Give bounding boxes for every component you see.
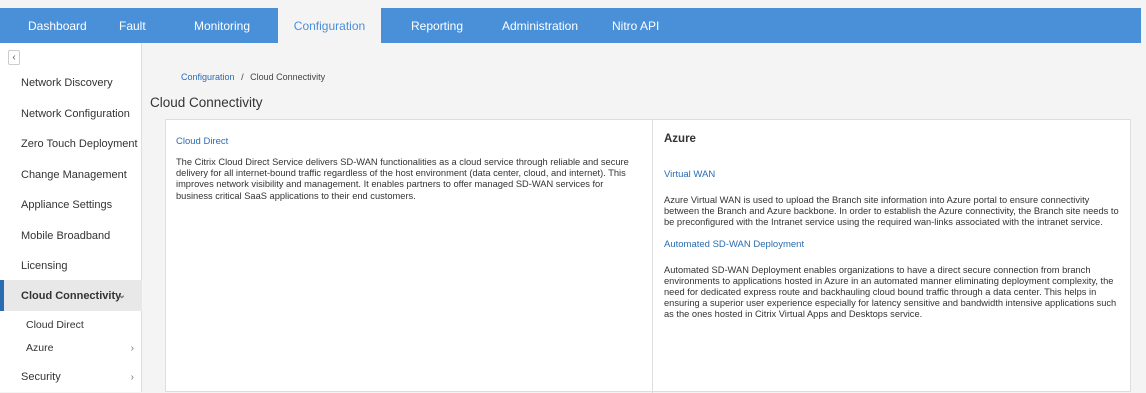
- azure-panel: Azure Virtual WAN Azure Virtual WAN is u…: [654, 120, 1132, 393]
- automated-sdwan-link[interactable]: Automated SD-WAN Deployment: [664, 239, 1122, 250]
- tab-reporting[interactable]: Reporting: [381, 8, 479, 43]
- sidebar-item-zero-touch-deployment[interactable]: Zero Touch Deployment: [0, 134, 142, 154]
- cloud-direct-link[interactable]: Cloud Direct: [176, 136, 642, 147]
- chevron-down-icon: ⌄: [117, 290, 126, 301]
- sidebar-subitem-label: Azure: [26, 342, 54, 354]
- azure-title: Azure: [664, 133, 696, 145]
- page-title: Cloud Connectivity: [150, 95, 263, 110]
- content-card: Cloud Direct The Citrix Cloud Direct Ser…: [165, 119, 1132, 393]
- sidebar-item-label: Cloud Connectivity: [21, 289, 122, 302]
- sidebar-item-label: Security: [21, 371, 61, 383]
- breadcrumb-configuration-link[interactable]: Configuration: [181, 72, 235, 82]
- virtual-wan-link[interactable]: Virtual WAN: [664, 169, 1122, 180]
- tab-administration[interactable]: Administration: [479, 8, 593, 43]
- main-content: Configuration / Cloud Connectivity Cloud…: [142, 43, 1146, 393]
- sidebar-item-network-discovery[interactable]: Network Discovery: [0, 73, 142, 93]
- tab-nitro-api[interactable]: Nitro API: [593, 8, 693, 43]
- sidebar-item-mobile-broadband[interactable]: Mobile Broadband: [0, 226, 142, 246]
- top-nav: Dashboard Fault Monitoring Configuration…: [0, 8, 1141, 43]
- breadcrumb-current: Cloud Connectivity: [250, 72, 326, 82]
- sidebar-subitem-cloud-direct[interactable]: Cloud Direct: [0, 317, 142, 333]
- tab-fault[interactable]: Fault: [119, 8, 174, 43]
- breadcrumb-separator: /: [241, 72, 244, 82]
- chevron-right-icon: ›: [130, 342, 134, 354]
- cloud-direct-panel: Cloud Direct The Citrix Cloud Direct Ser…: [166, 120, 653, 393]
- breadcrumb: Configuration / Cloud Connectivity: [181, 72, 325, 82]
- sidebar-item-cloud-connectivity[interactable]: Cloud Connectivity ⌄: [0, 280, 142, 311]
- sidebar-item-security[interactable]: Security ›: [0, 367, 142, 387]
- sidebar-item-licensing[interactable]: Licensing: [0, 256, 142, 276]
- sidebar: ‹ Network Discovery Network Configuratio…: [0, 43, 142, 392]
- sidebar-subitem-azure[interactable]: Azure ›: [0, 340, 142, 356]
- tab-monitoring[interactable]: Monitoring: [174, 8, 278, 43]
- chevron-left-icon: ‹: [12, 52, 16, 63]
- collapse-sidebar-button[interactable]: ‹: [8, 50, 20, 65]
- tab-configuration[interactable]: Configuration: [278, 8, 381, 43]
- cloud-direct-description: The Citrix Cloud Direct Service delivers…: [176, 157, 629, 201]
- tab-dashboard[interactable]: Dashboard: [0, 8, 119, 43]
- sidebar-item-change-management[interactable]: Change Management: [0, 165, 142, 185]
- automated-sdwan-description: Automated SD-WAN Deployment enables orga…: [664, 264, 1117, 320]
- sidebar-item-network-configuration[interactable]: Network Configuration: [0, 104, 142, 124]
- virtual-wan-description: Azure Virtual WAN is used to upload the …: [664, 195, 1119, 228]
- chevron-right-icon: ›: [130, 371, 134, 383]
- sidebar-item-appliance-settings[interactable]: Appliance Settings: [0, 195, 142, 215]
